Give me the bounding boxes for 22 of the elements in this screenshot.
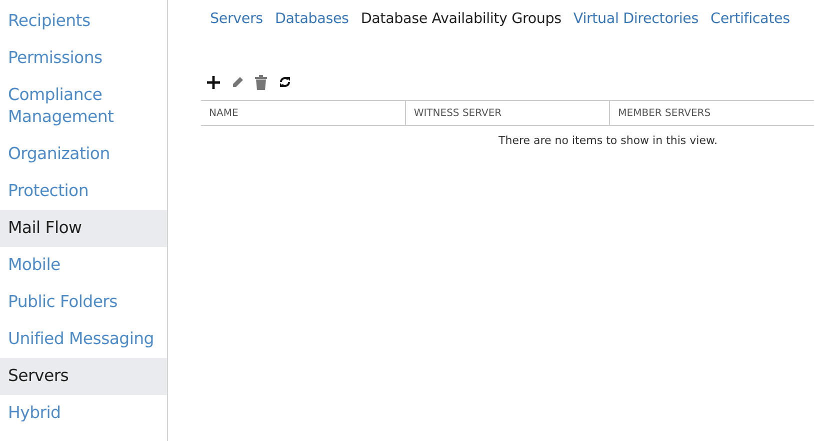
nav-item[interactable]: Permissions [0, 40, 167, 77]
empty-message: There are no items to show in this view. [498, 134, 718, 147]
column-header[interactable]: NAME [201, 100, 406, 126]
nav-item[interactable]: Public Folders [0, 284, 167, 321]
nav-item[interactable]: Compliance Management [0, 77, 167, 136]
nav-item[interactable]: Mail Flow [0, 210, 167, 247]
nav-item[interactable]: Recipients [0, 3, 167, 40]
nav-item[interactable]: Organization [0, 136, 167, 173]
refresh-icon[interactable] [279, 76, 291, 88]
tab[interactable]: Database Availability Groups [360, 11, 562, 27]
tab[interactable]: Certificates [710, 11, 790, 27]
nav-item[interactable]: Protection [0, 173, 167, 210]
nav-item[interactable]: Servers [0, 358, 167, 395]
add-icon[interactable] [207, 76, 220, 88]
column-header[interactable]: WITNESS SERVER [405, 100, 610, 126]
column-header[interactable]: MEMBER SERVERS [610, 100, 814, 126]
tab[interactable]: Virtual Directories [573, 11, 699, 27]
nav-item[interactable]: Unified Messaging [0, 321, 167, 358]
nav-item[interactable]: Mobile [0, 247, 167, 284]
tab[interactable]: Databases [274, 11, 349, 27]
tab[interactable]: Servers [210, 11, 263, 27]
nav-item[interactable]: Hybrid [0, 395, 167, 432]
